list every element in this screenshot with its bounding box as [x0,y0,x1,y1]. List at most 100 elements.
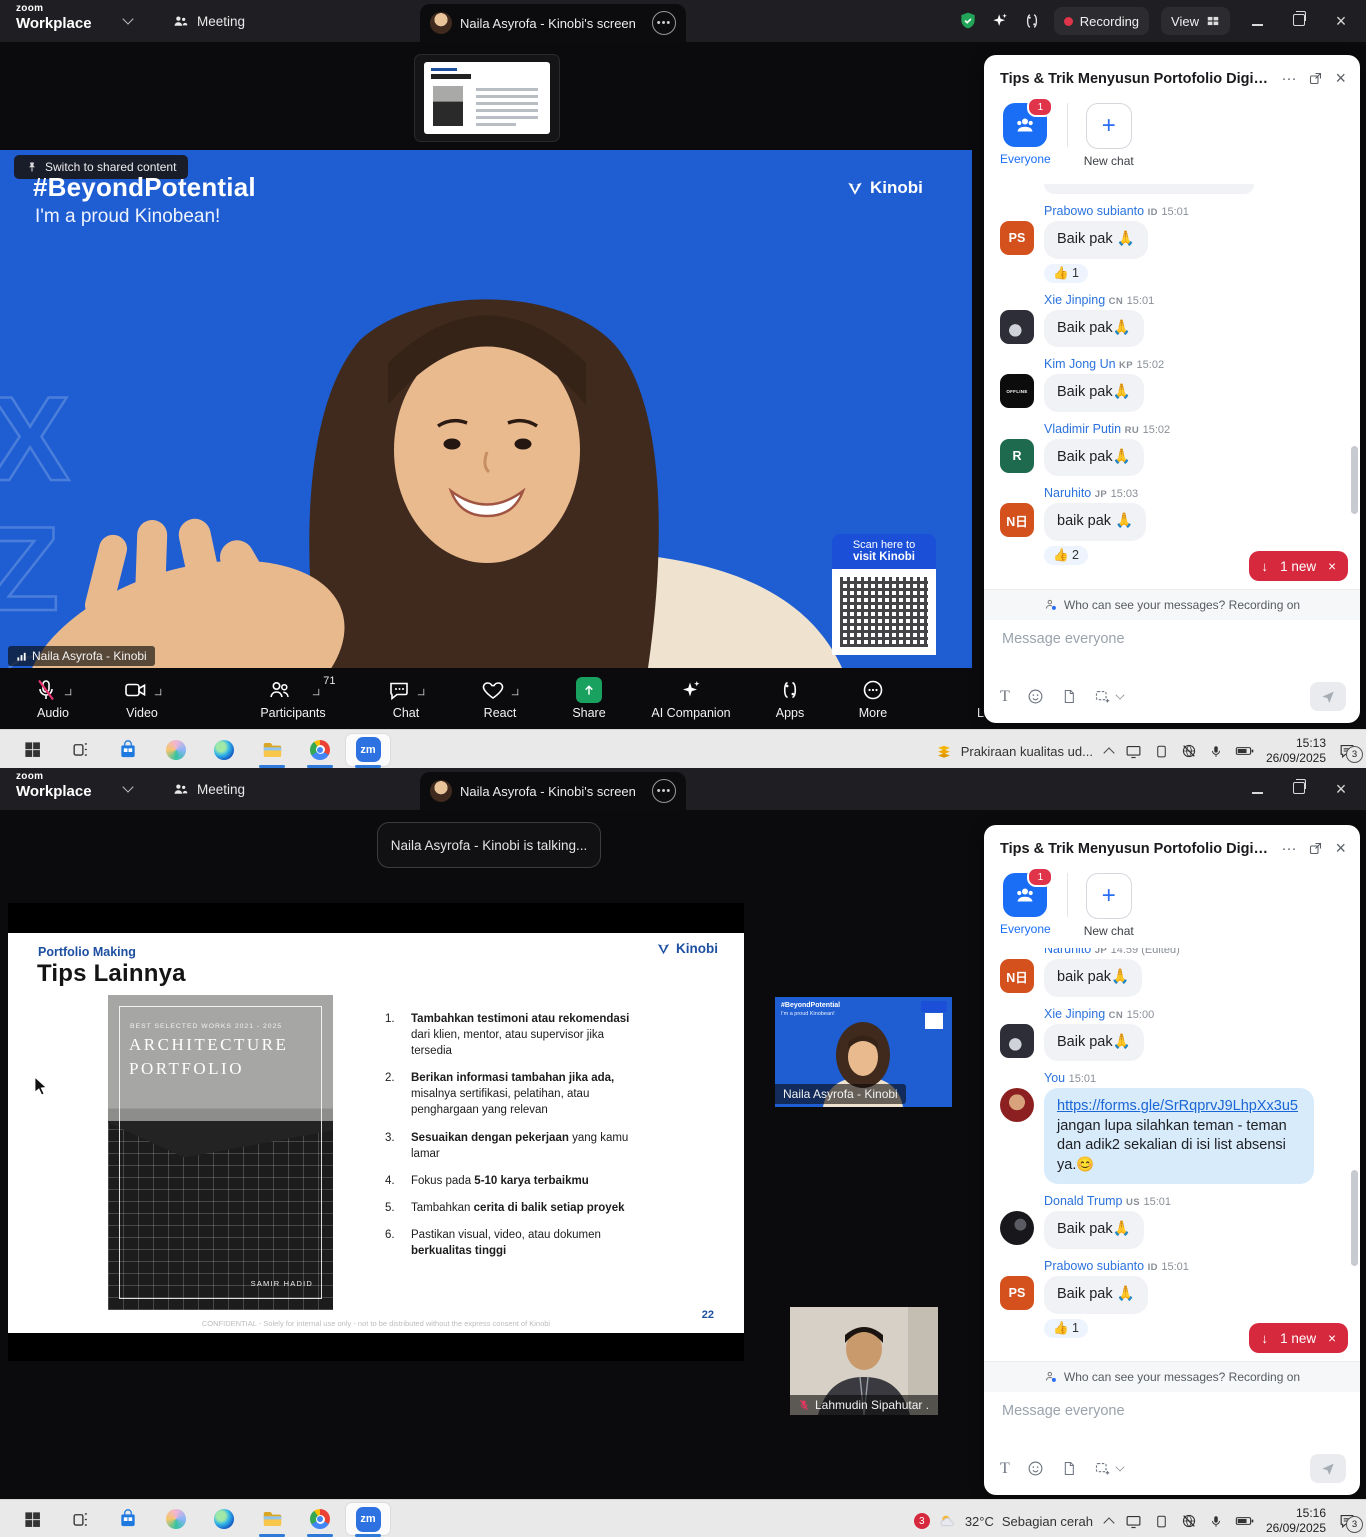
zoom-taskbar-icon[interactable]: zm [346,1503,390,1535]
reaction-chip[interactable]: 👍 1 [1044,1319,1088,1338]
tray-expand-chevron[interactable] [1103,1517,1114,1528]
close-button[interactable]: × [1326,779,1356,800]
dismiss-icon[interactable]: × [1328,559,1336,574]
restore-button[interactable] [1284,781,1314,798]
microsoft-store-icon[interactable] [106,734,150,766]
dismiss-icon[interactable]: × [1328,1331,1336,1346]
privacy-note[interactable]: Who can see your messages? Recording on [984,589,1360,620]
copilot-icon[interactable] [154,1503,198,1535]
privacy-note[interactable]: Who can see your messages? Recording on [984,1361,1360,1392]
chat-close-icon[interactable]: × [1335,838,1346,859]
tab-screen-share[interactable]: Naila Asyrofa - Kinobi's screen ••• [420,4,686,42]
file-explorer-icon[interactable] [250,1503,294,1535]
no-internet-icon[interactable] [1181,743,1197,759]
message-input[interactable] [1000,630,1348,648]
chevron-down-icon[interactable] [122,781,133,792]
pop-out-icon[interactable] [1308,71,1323,86]
chat-more-icon[interactable]: ··· [1281,70,1296,87]
notification-center[interactable]: 3 [1338,1513,1356,1529]
minimize-button[interactable] [1242,13,1272,30]
battery-icon[interactable] [1235,1514,1254,1528]
new-messages-banner[interactable]: ↓ 1 new × [1249,551,1348,581]
participants-button[interactable]: 71 Participants [228,668,358,729]
new-messages-banner[interactable]: ↓ 1 new × [1249,1323,1348,1353]
chevron-down-icon[interactable] [122,13,133,24]
attach-options-chevron[interactable] [1115,1462,1124,1471]
ai-companion-button[interactable]: AI Companion [632,668,750,729]
audio-options-chevron[interactable] [65,689,71,695]
mic-tray-icon[interactable] [1209,1514,1223,1529]
microsoft-store-icon[interactable] [106,1503,150,1535]
file-icon[interactable] [1061,1460,1077,1477]
scrollbar-thumb[interactable] [1351,1170,1358,1266]
rotation-lock-icon[interactable] [1154,1514,1169,1529]
react-options-chevron[interactable] [512,689,518,695]
react-button[interactable]: React [454,668,546,729]
chat-close-icon[interactable]: × [1335,68,1346,89]
weather-widget[interactable]: 3 32°C Sebagian cerah [914,1512,1093,1531]
more-button[interactable]: More [830,668,916,729]
participants-options-chevron[interactable] [312,689,318,695]
notification-center[interactable]: 3 [1338,743,1356,759]
start-button[interactable] [10,1503,54,1535]
recording-indicator[interactable]: Recording [1054,7,1149,35]
scrollbar-thumb[interactable] [1351,446,1358,514]
speaker-video[interactable]: X Z OO [0,150,972,668]
composer-2[interactable] [984,1392,1360,1454]
send-button[interactable] [1310,682,1346,711]
attach-options-chevron[interactable] [1115,690,1124,699]
ai-companion-icon[interactable] [990,11,1010,31]
chat-options-chevron[interactable] [418,689,424,695]
zoom-taskbar-icon[interactable]: zm [346,734,390,766]
video-options-chevron[interactable] [154,689,160,695]
screenshot-icon[interactable] [1094,1460,1111,1477]
copilot-icon[interactable] [154,734,198,766]
edge-icon[interactable] [202,1503,246,1535]
clock-widget[interactable]: 15:16 26/09/2025 [1266,1506,1326,1536]
screenshot-icon[interactable] [1094,688,1111,705]
apps-button[interactable]: Apps [750,668,830,729]
new-chat-tab[interactable]: + New chat [1084,873,1134,938]
reaction-chip[interactable]: 👍 2 [1044,546,1088,565]
display-icon[interactable] [1125,744,1142,759]
task-view-button[interactable] [58,1503,102,1535]
composer-1[interactable] [984,620,1360,682]
everyone-tab[interactable]: 1 Everyone [1000,873,1051,936]
tab-meeting[interactable]: Meeting [172,0,245,42]
clock-widget[interactable]: 15:13 26/09/2025 [1266,736,1326,766]
chat-button[interactable]: Chat [358,668,454,729]
apps-quick-icon[interactable] [1022,11,1042,31]
reaction-chip[interactable]: 👍 1 [1044,264,1088,283]
format-text-icon[interactable]: T [1000,1460,1010,1478]
format-text-icon[interactable]: T [1000,688,1010,706]
send-button[interactable] [1310,1454,1346,1483]
restore-button[interactable] [1284,13,1314,30]
everyone-tab[interactable]: 1 Everyone [1000,103,1051,166]
tab-options-icon[interactable]: ••• [652,11,676,35]
share-button[interactable]: Share [546,668,632,729]
new-chat-tab[interactable]: + New chat [1084,103,1134,168]
display-icon[interactable] [1125,1514,1142,1529]
edge-icon[interactable] [202,734,246,766]
view-button[interactable]: View [1161,7,1230,35]
chrome-icon[interactable] [298,1503,342,1535]
file-explorer-icon[interactable] [250,734,294,766]
shared-content-thumbnail[interactable] [415,55,559,141]
tab-screen-share[interactable]: Naila Asyrofa - Kinobi's screen ••• [420,772,686,810]
message-input[interactable] [1000,1402,1348,1420]
task-view-button[interactable] [58,734,102,766]
weather-widget[interactable]: Prakiraan kualitas ud... [935,742,1093,760]
video-thumbnail-lahmudin[interactable]: Lahmudin Sipahutar . [790,1307,938,1415]
chat-more-icon[interactable]: ··· [1281,840,1296,857]
form-link[interactable]: https://forms.gle/SrRqprvJ9LhpXx3u5 [1057,1098,1298,1114]
mic-tray-icon[interactable] [1209,744,1223,759]
rotation-lock-icon[interactable] [1154,744,1169,759]
tray-expand-chevron[interactable] [1103,747,1114,758]
tab-options-icon[interactable]: ••• [652,779,676,803]
security-shield-icon[interactable] [958,11,978,31]
emoji-icon[interactable] [1027,688,1044,705]
tab-meeting[interactable]: Meeting [172,768,245,810]
video-thumbnail-naila[interactable]: #BeyondPotential I'm a proud Kinobean! N… [775,997,952,1107]
emoji-icon[interactable] [1027,1460,1044,1477]
file-icon[interactable] [1061,688,1077,705]
